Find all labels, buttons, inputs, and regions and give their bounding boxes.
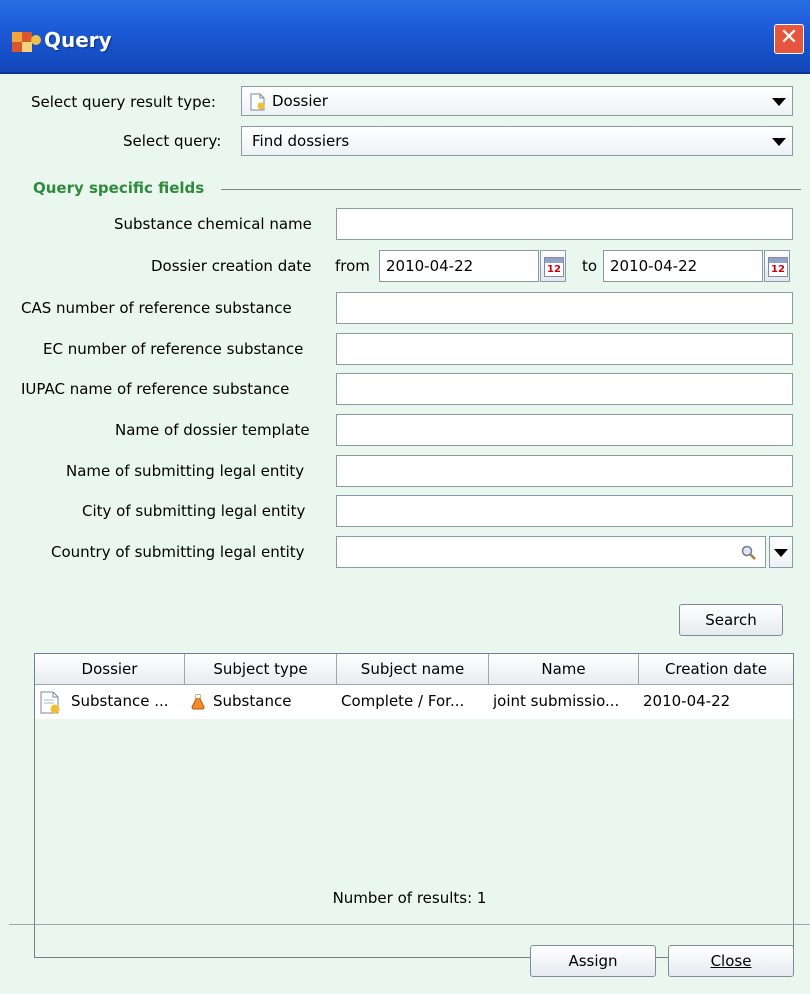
template-name-label: Name of dossier template bbox=[115, 421, 310, 439]
substance-flask-icon bbox=[191, 694, 205, 710]
legal-entity-country-field[interactable] bbox=[336, 536, 766, 568]
from-label: from bbox=[335, 257, 370, 275]
title-bar: Query ✕ bbox=[0, 0, 810, 74]
legal-entity-city-field[interactable] bbox=[336, 495, 793, 527]
date-to-field[interactable]: 2010-04-22 bbox=[603, 250, 763, 282]
section-divider bbox=[221, 189, 801, 190]
legal-entity-name-label: Name of submitting legal entity bbox=[66, 462, 305, 480]
dossier-icon bbox=[40, 691, 60, 714]
select-query-select[interactable]: Find dossiers bbox=[241, 126, 793, 156]
table-row[interactable]: Substance ... Substance Complete / For..… bbox=[35, 685, 793, 719]
footer-divider bbox=[9, 924, 810, 925]
results-table: Dossier Subject type Subject name Name C… bbox=[34, 653, 794, 958]
template-name-field[interactable] bbox=[336, 414, 793, 446]
legal-entity-country-label: Country of submitting legal entity bbox=[51, 543, 305, 561]
cas-number-field[interactable] bbox=[336, 292, 793, 324]
ec-number-label: EC number of reference substance bbox=[43, 340, 304, 358]
query-result-type-select[interactable]: Dossier bbox=[241, 86, 793, 116]
dossier-icon bbox=[250, 93, 265, 111]
iuclid-app-icon bbox=[12, 32, 41, 52]
cell-name: joint submissio... bbox=[493, 692, 620, 710]
legal-entity-city-label: City of submitting legal entity bbox=[82, 502, 306, 520]
iupac-name-field[interactable] bbox=[336, 373, 793, 405]
search-icon[interactable] bbox=[741, 545, 757, 561]
window-title: Query bbox=[44, 28, 112, 52]
select-query-label: Select query: bbox=[123, 132, 222, 150]
column-header-name[interactable]: Name bbox=[489, 654, 639, 684]
section-title: Query specific fields bbox=[33, 179, 205, 197]
chevron-down-icon bbox=[772, 98, 786, 106]
substance-name-field[interactable] bbox=[336, 208, 793, 240]
chevron-down-icon bbox=[774, 549, 788, 557]
creation-date-label: Dossier creation date bbox=[151, 257, 312, 275]
cas-number-label: CAS number of reference substance bbox=[21, 299, 292, 317]
to-label: to bbox=[582, 257, 598, 275]
legal-entity-name-field[interactable] bbox=[336, 455, 793, 487]
close-button-label: Close bbox=[710, 952, 752, 970]
ec-number-field[interactable] bbox=[336, 333, 793, 365]
country-dropdown-button[interactable] bbox=[769, 536, 793, 568]
iupac-name-label: IUPAC name of reference substance bbox=[21, 380, 290, 398]
chevron-down-icon bbox=[772, 138, 786, 146]
query-dialog-body: Select query result type: Dossier Select… bbox=[9, 74, 810, 994]
assign-button[interactable]: Assign bbox=[530, 945, 656, 977]
column-header-subject-name[interactable]: Subject name bbox=[337, 654, 489, 684]
column-header-creation-date[interactable]: Creation date bbox=[639, 654, 793, 684]
results-count: Number of results: 1 bbox=[332, 889, 487, 907]
column-header-subject-type[interactable]: Subject type bbox=[185, 654, 337, 684]
date-to-calendar-button[interactable]: 12 bbox=[764, 250, 790, 282]
cell-subject-name: Complete / For... bbox=[341, 692, 465, 710]
cell-creation-date: 2010-04-22 bbox=[643, 692, 731, 710]
cell-dossier: Substance ... bbox=[71, 692, 169, 710]
window-close-icon[interactable]: ✕ bbox=[774, 24, 804, 54]
calendar-icon: 12 bbox=[768, 257, 788, 277]
search-button[interactable]: Search bbox=[679, 604, 783, 636]
cell-subject-type: Substance bbox=[213, 692, 292, 710]
column-header-dossier[interactable]: Dossier bbox=[35, 654, 185, 684]
select-query-value: Find dossiers bbox=[252, 132, 350, 150]
substance-name-label: Substance chemical name bbox=[114, 215, 312, 233]
calendar-icon: 12 bbox=[544, 257, 564, 277]
date-from-calendar-button[interactable]: 12 bbox=[540, 250, 566, 282]
query-result-type-value: Dossier bbox=[272, 92, 328, 110]
table-header: Dossier Subject type Subject name Name C… bbox=[35, 654, 793, 685]
close-button[interactable]: Close bbox=[668, 945, 794, 977]
date-from-field[interactable]: 2010-04-22 bbox=[379, 250, 539, 282]
query-result-type-label: Select query result type: bbox=[31, 93, 216, 111]
